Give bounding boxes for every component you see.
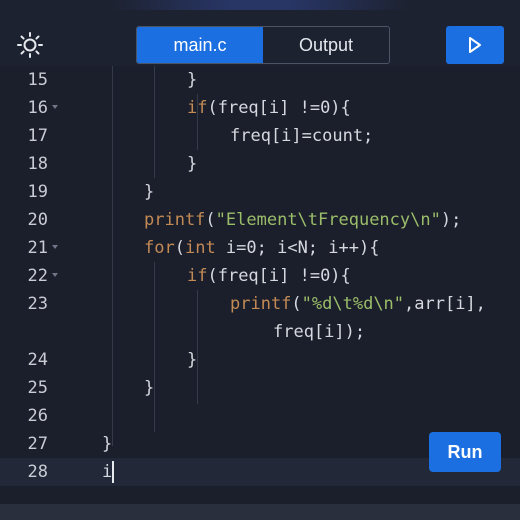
code-text: if(freq[i] !=0){ bbox=[187, 98, 351, 118]
line-number: 18 bbox=[27, 154, 48, 174]
code-line: 23 printf("%d\t%d\n",arr[i], bbox=[0, 290, 520, 318]
bottom-bar bbox=[0, 504, 520, 520]
code-line: 18 } bbox=[0, 150, 520, 178]
code-text: } bbox=[187, 154, 198, 174]
code-text: freq[i]=count; bbox=[230, 126, 374, 146]
code-line: 20 printf("Element\tFrequency\n"); bbox=[0, 206, 520, 234]
tab-output[interactable]: Output bbox=[263, 27, 389, 63]
code-line: 25 } bbox=[0, 374, 520, 402]
run-top-button[interactable] bbox=[446, 26, 504, 64]
line-number: 25 bbox=[27, 378, 48, 398]
code-text: freq[i]); bbox=[273, 322, 366, 342]
code-line: 15 } bbox=[0, 66, 520, 94]
tab-main-c[interactable]: main.c bbox=[137, 27, 263, 63]
line-number: 20 bbox=[27, 210, 48, 230]
code-text: for(int i=0; i<N; i++){ bbox=[144, 238, 380, 258]
code-text: } bbox=[102, 434, 113, 454]
sun-icon[interactable] bbox=[16, 31, 44, 59]
code-text: i bbox=[102, 462, 113, 482]
code-line: 16 if(freq[i] !=0){ bbox=[0, 94, 520, 122]
code-text: printf("Element\tFrequency\n"); bbox=[144, 210, 462, 230]
line-number: 17 bbox=[27, 126, 48, 146]
play-icon bbox=[469, 37, 481, 53]
code-line: 19 } bbox=[0, 178, 520, 206]
top-glow bbox=[110, 0, 410, 10]
code-text: } bbox=[144, 182, 155, 202]
fold-arrow-icon[interactable] bbox=[52, 245, 58, 249]
line-number: 28 bbox=[27, 462, 48, 482]
code-line-wrapped: freq[i]); bbox=[0, 318, 520, 346]
line-number: 19 bbox=[27, 182, 48, 202]
line-number: 16 bbox=[27, 98, 48, 118]
run-button[interactable]: Run bbox=[429, 432, 501, 472]
line-number: 23 bbox=[27, 294, 48, 314]
code-line: 24 } bbox=[0, 346, 520, 374]
code-line: 26 bbox=[0, 402, 520, 430]
file-tabs: main.c Output bbox=[136, 26, 390, 64]
code-text: printf("%d\t%d\n",arr[i], bbox=[230, 294, 486, 314]
code-text: } bbox=[187, 70, 198, 90]
line-number: 22 bbox=[27, 266, 48, 286]
code-line: 22 if(freq[i] !=0){ bbox=[0, 262, 520, 290]
line-number: 24 bbox=[27, 350, 48, 370]
line-number: 21 bbox=[27, 238, 48, 258]
code-line: 17 freq[i]=count; bbox=[0, 122, 520, 150]
code-text: } bbox=[144, 378, 155, 398]
line-number: 15 bbox=[27, 70, 48, 90]
code-text: if(freq[i] !=0){ bbox=[187, 266, 351, 286]
fold-arrow-icon[interactable] bbox=[52, 105, 58, 109]
text-cursor bbox=[112, 461, 114, 483]
code-line: 21 for(int i=0; i<N; i++){ bbox=[0, 234, 520, 262]
line-number: 27 bbox=[27, 434, 48, 454]
code-text: } bbox=[187, 350, 198, 370]
line-number: 26 bbox=[27, 406, 48, 426]
fold-arrow-icon[interactable] bbox=[52, 273, 58, 277]
